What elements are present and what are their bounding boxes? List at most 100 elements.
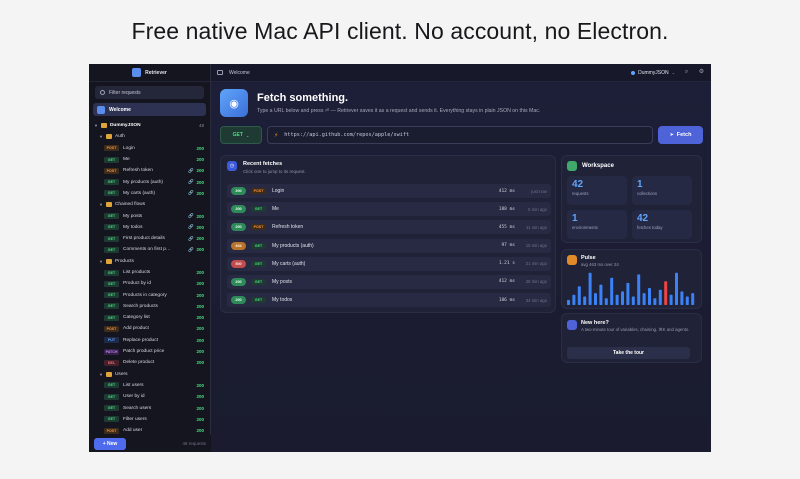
request-label: Filter users xyxy=(123,416,147,422)
search-icon[interactable]: ⌕ xyxy=(683,69,690,76)
request-row[interactable]: GET Comments on first p… 🔗 200 xyxy=(89,244,210,255)
request-label: Product by id xyxy=(123,281,151,287)
method-badge: PATCH xyxy=(104,348,119,355)
recent-fetch-row[interactable]: 200 POST Refresh token 455 ms 11 min ago xyxy=(227,220,551,235)
pulse-bar xyxy=(685,296,689,305)
status-code: 200 xyxy=(196,247,204,253)
retriever-dog-icon: ◉ xyxy=(220,89,248,117)
request-row[interactable]: POST Login 200 xyxy=(89,143,210,154)
method-badge: GET xyxy=(104,393,119,400)
recent-fetch-row[interactable]: 200 GET My posts 412 ms 28 min ago xyxy=(227,274,551,289)
page-headline: Free native Mac API client. No account, … xyxy=(131,18,669,44)
pulse-bar xyxy=(577,286,581,305)
request-row[interactable]: GET User by id 200 xyxy=(89,391,210,402)
chevron-down-icon: ▼ xyxy=(94,123,98,129)
stat-value: 1 xyxy=(572,213,578,224)
fetch-label: Fetch xyxy=(676,132,692,138)
chain-link-icon: 🔗 xyxy=(188,167,194,173)
request-label: My posts xyxy=(123,213,143,219)
take-tour-button[interactable]: Take the tour xyxy=(567,347,690,359)
status-code: 200 xyxy=(196,349,204,355)
stat-label: requests xyxy=(572,191,589,196)
pulse-bar xyxy=(626,282,630,305)
sidebar-item-welcome[interactable]: Welcome xyxy=(93,103,206,116)
pulse-bar xyxy=(615,294,619,305)
method-badge: GET xyxy=(104,269,119,276)
filter-placeholder: Filter requests xyxy=(109,89,141,96)
request-label: Delete product xyxy=(123,360,155,366)
folder-row[interactable]: ▼ Chained flows xyxy=(89,199,210,210)
request-row[interactable]: GET Category list 200 xyxy=(89,312,210,323)
pulse-bar xyxy=(631,296,635,305)
folder-label: Users xyxy=(114,371,128,377)
request-row[interactable]: GET Search users 200 xyxy=(89,402,210,413)
recent-fetch-row[interactable]: 500 GET My carts (auth) 1.21 s 21 min ago xyxy=(227,256,551,271)
chain-link-icon: 🔗 xyxy=(188,246,194,252)
request-row[interactable]: GET Products in category 200 xyxy=(89,289,210,300)
request-name: My posts xyxy=(272,278,293,285)
request-row[interactable]: GET List products 200 xyxy=(89,267,210,278)
request-row[interactable]: POST Add product 200 xyxy=(89,323,210,334)
request-row[interactable]: GET Filter users 200 xyxy=(89,414,210,425)
chain-link-icon: 🔗 xyxy=(188,190,194,196)
sidebar-toggle-icon[interactable] xyxy=(217,70,223,75)
status-code: 200 xyxy=(196,337,204,343)
stat-environments: 1 environments xyxy=(567,210,627,239)
request-row[interactable]: GET List users 200 xyxy=(89,380,210,391)
request-row[interactable]: GET My products (auth) 🔗 200 xyxy=(89,176,210,187)
stat-requests: 42 requests xyxy=(567,176,627,205)
request-row[interactable]: GET My carts (auth) 🔗 200 xyxy=(89,188,210,199)
url-input[interactable]: ⚡ https://api.github.com/repos/apple/swi… xyxy=(267,126,653,144)
recent-fetch-row[interactable]: 200 GET My todos 186 ms 34 min ago xyxy=(227,293,551,308)
settings-icon[interactable]: ⚙ xyxy=(698,69,705,76)
method-badge: GET xyxy=(104,190,119,197)
method-badge: POST xyxy=(251,224,266,231)
new-button[interactable]: + New xyxy=(94,437,126,450)
folder-row[interactable]: ▼ Users xyxy=(89,369,210,380)
request-row[interactable]: POST Refresh token 🔗 200 xyxy=(89,165,210,176)
status-code: 200 xyxy=(196,315,204,321)
status-badge: 200 xyxy=(231,205,246,214)
request-row[interactable]: DEL Delete product 200 xyxy=(89,357,210,368)
request-row[interactable]: GET First product details 🔗 200 xyxy=(89,233,210,244)
collection-row[interactable]: ▼ DummyJSON 48 xyxy=(89,120,210,131)
request-row[interactable]: GET Search products 200 xyxy=(89,301,210,312)
request-label: Search products xyxy=(123,303,158,309)
recent-subtitle: Click one to jump to its request. xyxy=(243,169,306,174)
method-badge: GET xyxy=(251,260,266,267)
request-row[interactable]: GET Product by id 200 xyxy=(89,278,210,289)
folder-label: Chained flows xyxy=(114,202,146,208)
recent-fetch-row[interactable]: 200 GET Me 188 ms 5 min ago xyxy=(227,202,551,217)
status-badge: 200 xyxy=(231,223,246,232)
pulse-bar xyxy=(594,293,597,305)
pulse-bar xyxy=(642,293,646,305)
method-badge: GET xyxy=(251,206,266,213)
request-row[interactable]: PATCH Patch product price 200 xyxy=(89,346,210,357)
request-row[interactable]: GET My posts 🔗 200 xyxy=(89,210,210,221)
timestamp: 34 min ago xyxy=(525,297,547,303)
duration: 188 ms xyxy=(498,206,515,212)
recent-fetch-row[interactable]: 404 GET My products (auth) 97 ms 15 min ago xyxy=(227,238,551,253)
status-badge: 200 xyxy=(231,187,246,195)
chevron-down-icon: ▼ xyxy=(99,258,103,264)
pulse-bar xyxy=(610,277,614,305)
request-row[interactable]: GET My todos 🔗 200 xyxy=(89,222,210,233)
request-row[interactable]: PUT Replace product 200 xyxy=(89,335,210,346)
request-row[interactable]: GET Me 200 xyxy=(89,154,210,165)
chain-link-icon: 🔗 xyxy=(188,213,194,219)
pulse-bar xyxy=(599,284,603,305)
hero-title: Fetch something. xyxy=(257,92,349,104)
filter-input[interactable]: Filter requests xyxy=(95,86,204,99)
send-icon: ➤ xyxy=(669,132,674,138)
recent-fetch-row[interactable]: 200 POST Login 412 ms just now xyxy=(227,184,551,198)
method-selector[interactable]: GET ⌄ xyxy=(220,126,262,144)
environment-selector[interactable]: DummyJSON ⌄ xyxy=(631,70,675,76)
new-here-subtitle: A two-minute tour of variables, chaining… xyxy=(581,327,690,332)
fetch-button[interactable]: ➤ Fetch xyxy=(658,126,703,144)
request-name: Login xyxy=(272,188,285,194)
environment-label: DummyJSON xyxy=(638,69,669,76)
method-badge: DEL xyxy=(104,359,119,366)
folder-row[interactable]: ▼ Products xyxy=(89,256,210,267)
grid-icon xyxy=(567,161,577,171)
folder-row[interactable]: ▼ Auth xyxy=(89,131,210,142)
